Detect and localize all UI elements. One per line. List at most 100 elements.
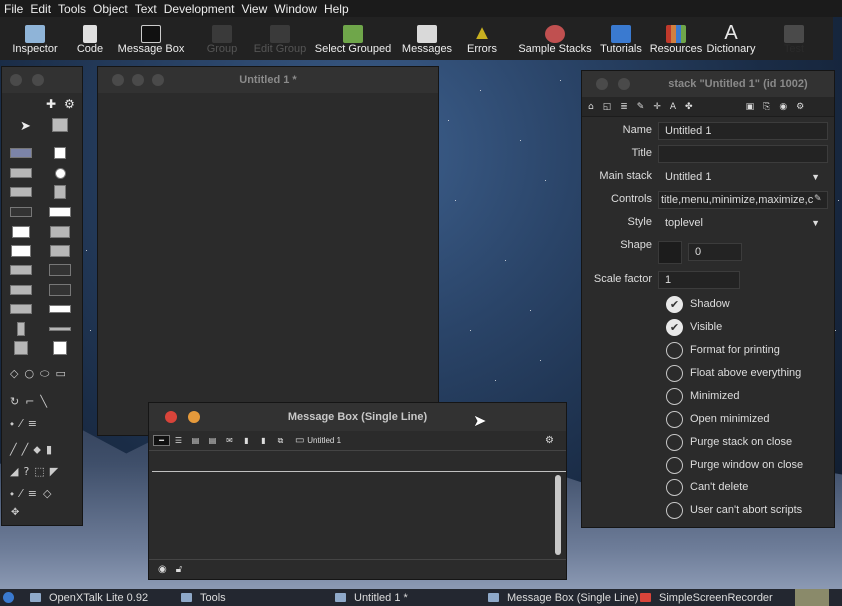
- label-tool-icon[interactable]: [10, 204, 32, 220]
- edit-tool-icon[interactable]: [52, 118, 68, 132]
- multi-line-mode-icon[interactable]: ☰: [170, 436, 187, 445]
- progress-tool-icon[interactable]: [49, 301, 71, 317]
- shadow-checkbox[interactable]: ✔ Shadow: [666, 294, 826, 314]
- scale-factor-field[interactable]: 1: [658, 271, 740, 289]
- tools-minimize-button[interactable]: [32, 74, 44, 86]
- resources-button[interactable]: Resources: [649, 17, 703, 60]
- inspector-minimize-button[interactable]: [618, 78, 630, 90]
- rectangle-button-tool-icon[interactable]: [10, 184, 32, 200]
- edit-controls-icon[interactable]: ✎: [814, 194, 822, 204]
- option-menu-tool-icon[interactable]: [10, 262, 32, 278]
- shape-tools[interactable]: ◇○⬭▭: [10, 367, 72, 381]
- group-button[interactable]: Group: [200, 17, 244, 60]
- position-tab-icon[interactable]: ✛: [653, 102, 661, 112]
- text-tab-icon[interactable]: A: [670, 102, 676, 112]
- open-minimized-checkbox[interactable]: Open minimized: [666, 409, 826, 429]
- front-scripts-icon[interactable]: ▮: [238, 436, 255, 445]
- global-properties-icon[interactable]: ▤: [187, 436, 204, 445]
- menu-tools[interactable]: Tools: [58, 2, 86, 16]
- scrolling-list-tool-icon[interactable]: [49, 243, 71, 259]
- dictionary-button[interactable]: A Dictionary: [704, 17, 758, 60]
- inspector-close-button[interactable]: [596, 78, 608, 90]
- purge-window-checkbox[interactable]: Purge window on close: [666, 455, 826, 475]
- text-formatting-tab-icon[interactable]: ≣: [620, 102, 628, 112]
- player-tool-icon[interactable]: [49, 340, 71, 356]
- single-line-mode-icon[interactable]: ━: [153, 435, 170, 446]
- radio-tool-icon[interactable]: [49, 165, 71, 181]
- checkbox-tool-icon[interactable]: [49, 145, 71, 161]
- gear-icon[interactable]: ⚙: [64, 97, 75, 111]
- add-icon[interactable]: ✚: [46, 97, 56, 111]
- format-for-printing-checkbox[interactable]: Format for printing: [666, 340, 826, 360]
- global-variables-icon[interactable]: ▤: [204, 436, 221, 445]
- advanced-tab-icon[interactable]: ✤: [685, 102, 693, 112]
- shape-id-field[interactable]: 0: [688, 243, 742, 261]
- spinner-tool-icon[interactable]: [10, 321, 32, 337]
- intelligence-object-label[interactable]: ▭ Untitled 1: [295, 435, 341, 446]
- message-box-gear-icon[interactable]: ⚙: [541, 435, 558, 446]
- popup-menu-tool-icon[interactable]: [49, 282, 71, 298]
- tutorials-button[interactable]: Tutorials: [597, 17, 645, 60]
- browse-tool-icon[interactable]: ➤: [20, 119, 31, 134]
- pending-messages-icon[interactable]: ✉: [221, 436, 238, 445]
- menu-file[interactable]: File: [4, 2, 23, 16]
- cant-abort-checkbox[interactable]: User can't abort scripts: [666, 500, 826, 520]
- table-field-tool-icon[interactable]: [49, 224, 71, 240]
- paint-tools[interactable]: ╱╱⬥▮: [10, 443, 57, 457]
- minimized-checkbox[interactable]: Minimized: [666, 386, 826, 406]
- text-field-tool-icon[interactable]: [49, 204, 71, 220]
- float-above-checkbox[interactable]: Float above everything: [666, 363, 826, 383]
- list-field-tool-icon[interactable]: [10, 243, 32, 259]
- numeric-field-tool-icon[interactable]: [10, 224, 32, 240]
- name-field[interactable]: Untitled 1: [658, 122, 828, 140]
- code-button[interactable]: Code: [70, 17, 110, 60]
- taskbar-item-openxtalk[interactable]: OpenXTalk Lite 0.92: [30, 589, 148, 606]
- back-scripts-icon[interactable]: ▮: [255, 436, 272, 445]
- menu-view[interactable]: View: [241, 2, 267, 16]
- style-select[interactable]: toplevel ▼: [658, 214, 828, 232]
- button-tool-icon[interactable]: [10, 145, 32, 161]
- menu-development[interactable]: Development: [164, 2, 235, 16]
- visible-checkbox[interactable]: ✔ Visible: [666, 317, 826, 337]
- menu-edit[interactable]: Edit: [30, 2, 51, 16]
- default-button-tool-icon[interactable]: [10, 165, 32, 181]
- inspector-button[interactable]: Inspector: [8, 17, 62, 60]
- menu-window[interactable]: Window: [274, 2, 317, 16]
- purge-stack-checkbox[interactable]: Purge stack on close: [666, 432, 826, 452]
- line-tools[interactable]: ↻⌐╲: [10, 395, 53, 408]
- image-tool-icon[interactable]: [10, 340, 32, 356]
- lock-icon[interactable]: 🔓︎: [176, 564, 182, 575]
- custom-properties-tab-icon[interactable]: ◱: [603, 102, 612, 112]
- test-button[interactable]: Test: [774, 17, 814, 60]
- edit-group-button[interactable]: Edit Group: [252, 17, 308, 60]
- errors-button[interactable]: ▲ Errors: [462, 17, 502, 60]
- taskbar-item-tools[interactable]: Tools: [181, 589, 226, 606]
- inspector-gear-icon[interactable]: ⚙: [796, 102, 804, 112]
- stacks-in-use-icon[interactable]: ⧉: [272, 436, 289, 446]
- message-box-button[interactable]: Message Box: [116, 17, 186, 60]
- script-tab-icon[interactable]: ✎: [637, 102, 645, 112]
- select-grouped-button[interactable]: Select Grouped: [313, 17, 393, 60]
- cant-delete-checkbox[interactable]: Can't delete: [666, 477, 826, 497]
- shape-image-well[interactable]: [658, 241, 682, 264]
- message-input[interactable]: [152, 452, 566, 472]
- dropper-tools[interactable]: ⬩⁄≡◇: [10, 487, 57, 501]
- spray-tool-icon[interactable]: ✥: [11, 507, 19, 518]
- slider-tool-icon[interactable]: [49, 321, 71, 337]
- menu-help[interactable]: Help: [324, 2, 349, 16]
- title-field[interactable]: [658, 145, 828, 163]
- copy-icon[interactable]: ⎘: [763, 102, 770, 112]
- taskbar-item-message-box[interactable]: Message Box (Single Line): [488, 589, 638, 606]
- basic-properties-tab-icon[interactable]: ⌂: [588, 102, 594, 112]
- taskbar-item-untitled[interactable]: Untitled 1 *: [335, 589, 408, 606]
- lock-icon[interactable]: ▣: [746, 102, 755, 112]
- sample-stacks-button[interactable]: Sample Stacks: [517, 17, 593, 60]
- scrollbar-tool-icon[interactable]: [10, 301, 32, 317]
- tools-close-button[interactable]: [10, 74, 22, 86]
- menu-object[interactable]: Object: [93, 2, 128, 16]
- menu-text[interactable]: Text: [135, 2, 157, 16]
- workspace-switcher[interactable]: [795, 589, 829, 606]
- pencil-tools[interactable]: ⬩⁄≡: [10, 417, 43, 431]
- target-icon[interactable]: ◉: [779, 102, 787, 112]
- start-menu-icon[interactable]: [3, 589, 14, 606]
